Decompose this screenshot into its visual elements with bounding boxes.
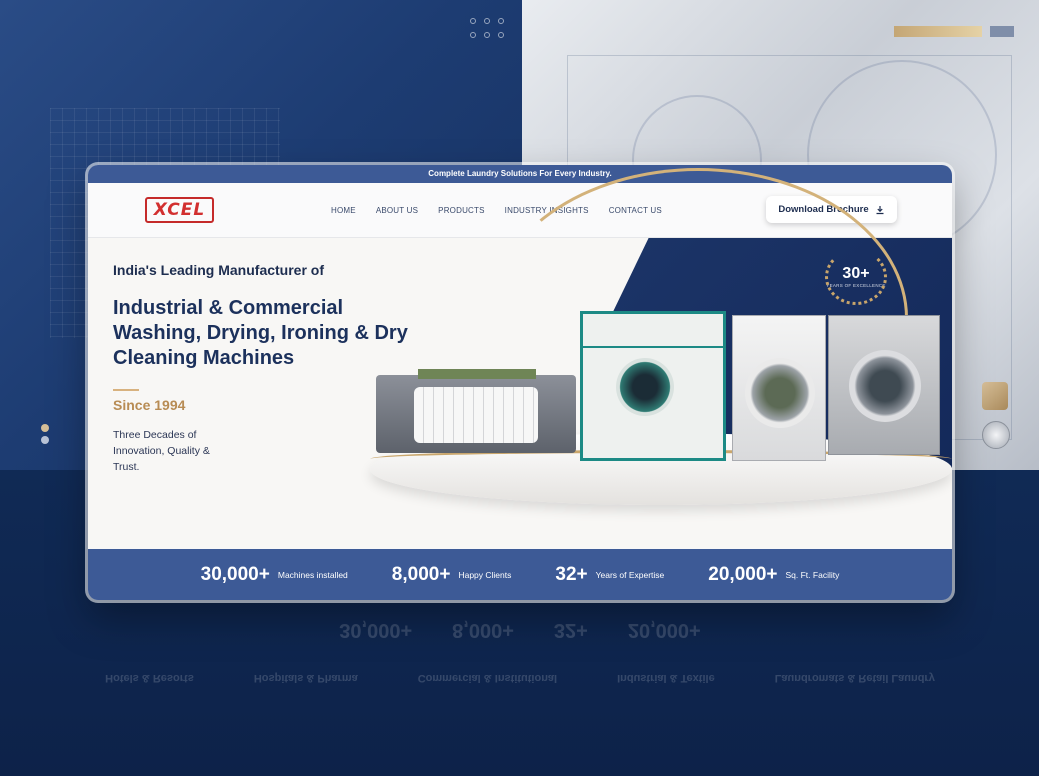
nav-products[interactable]: PRODUCTS	[438, 206, 485, 215]
nav-home[interactable]: HOME	[331, 206, 356, 215]
gold-accent	[982, 382, 1008, 410]
flatwork-ironer-image	[376, 369, 576, 453]
stats-bar: 30,000+ Machines installed 8,000+ Happy …	[88, 549, 952, 600]
blue-accent	[990, 26, 1014, 37]
logo[interactable]: XCEL	[145, 197, 214, 223]
washer-extractor-image	[828, 315, 940, 455]
stat-number: 30,000+	[200, 563, 270, 585]
announcement-bar: Complete Laundry Solutions For Every Ind…	[88, 165, 952, 183]
knob-decoration	[982, 421, 1010, 449]
laurel-icon	[825, 249, 887, 305]
gold-divider	[113, 389, 139, 391]
dots-decoration	[41, 424, 49, 448]
dry-cleaning-machine-image	[580, 311, 726, 461]
stat-number: 8,000+	[391, 563, 451, 585]
dryer-machine-image	[732, 315, 826, 461]
years-badge: 30+ YEARS OF EXCELLENCE	[821, 245, 891, 307]
stat-label: Years of Expertise	[595, 569, 665, 580]
card-reflection: 30,000+ 8,000+ 32+ 20,000+ Hotels & Reso…	[105, 619, 935, 685]
stat-expertise: 32+ Years of Expertise	[555, 564, 664, 586]
stat-machines: 30,000+ Machines installed	[201, 564, 348, 586]
hero-description: Three Decades of Innovation, Quality & T…	[113, 429, 210, 473]
stat-clients: 8,000+ Happy Clients	[392, 564, 512, 586]
stat-label: Happy Clients	[458, 569, 512, 580]
nav-about[interactable]: ABOUT US	[376, 206, 418, 215]
hero-eyebrow: India's Leading Manufacturer of	[113, 262, 325, 278]
gold-accent	[894, 26, 982, 37]
hero-headline: Industrial & Commercial Washing, Drying,…	[113, 297, 408, 369]
website-preview: Complete Laundry Solutions For Every Ind…	[88, 165, 952, 600]
hero-section: India's Leading Manufacturer of Industri…	[88, 168, 952, 600]
stat-label: Sq. Ft. Facility	[785, 569, 840, 580]
stat-label: Machines installed	[277, 569, 348, 580]
download-icon	[876, 205, 884, 214]
stat-number: 32+	[555, 563, 588, 585]
stat-number: 20,000+	[708, 563, 778, 585]
stat-facility: 20,000+ Sq. Ft. Facility	[708, 564, 839, 586]
